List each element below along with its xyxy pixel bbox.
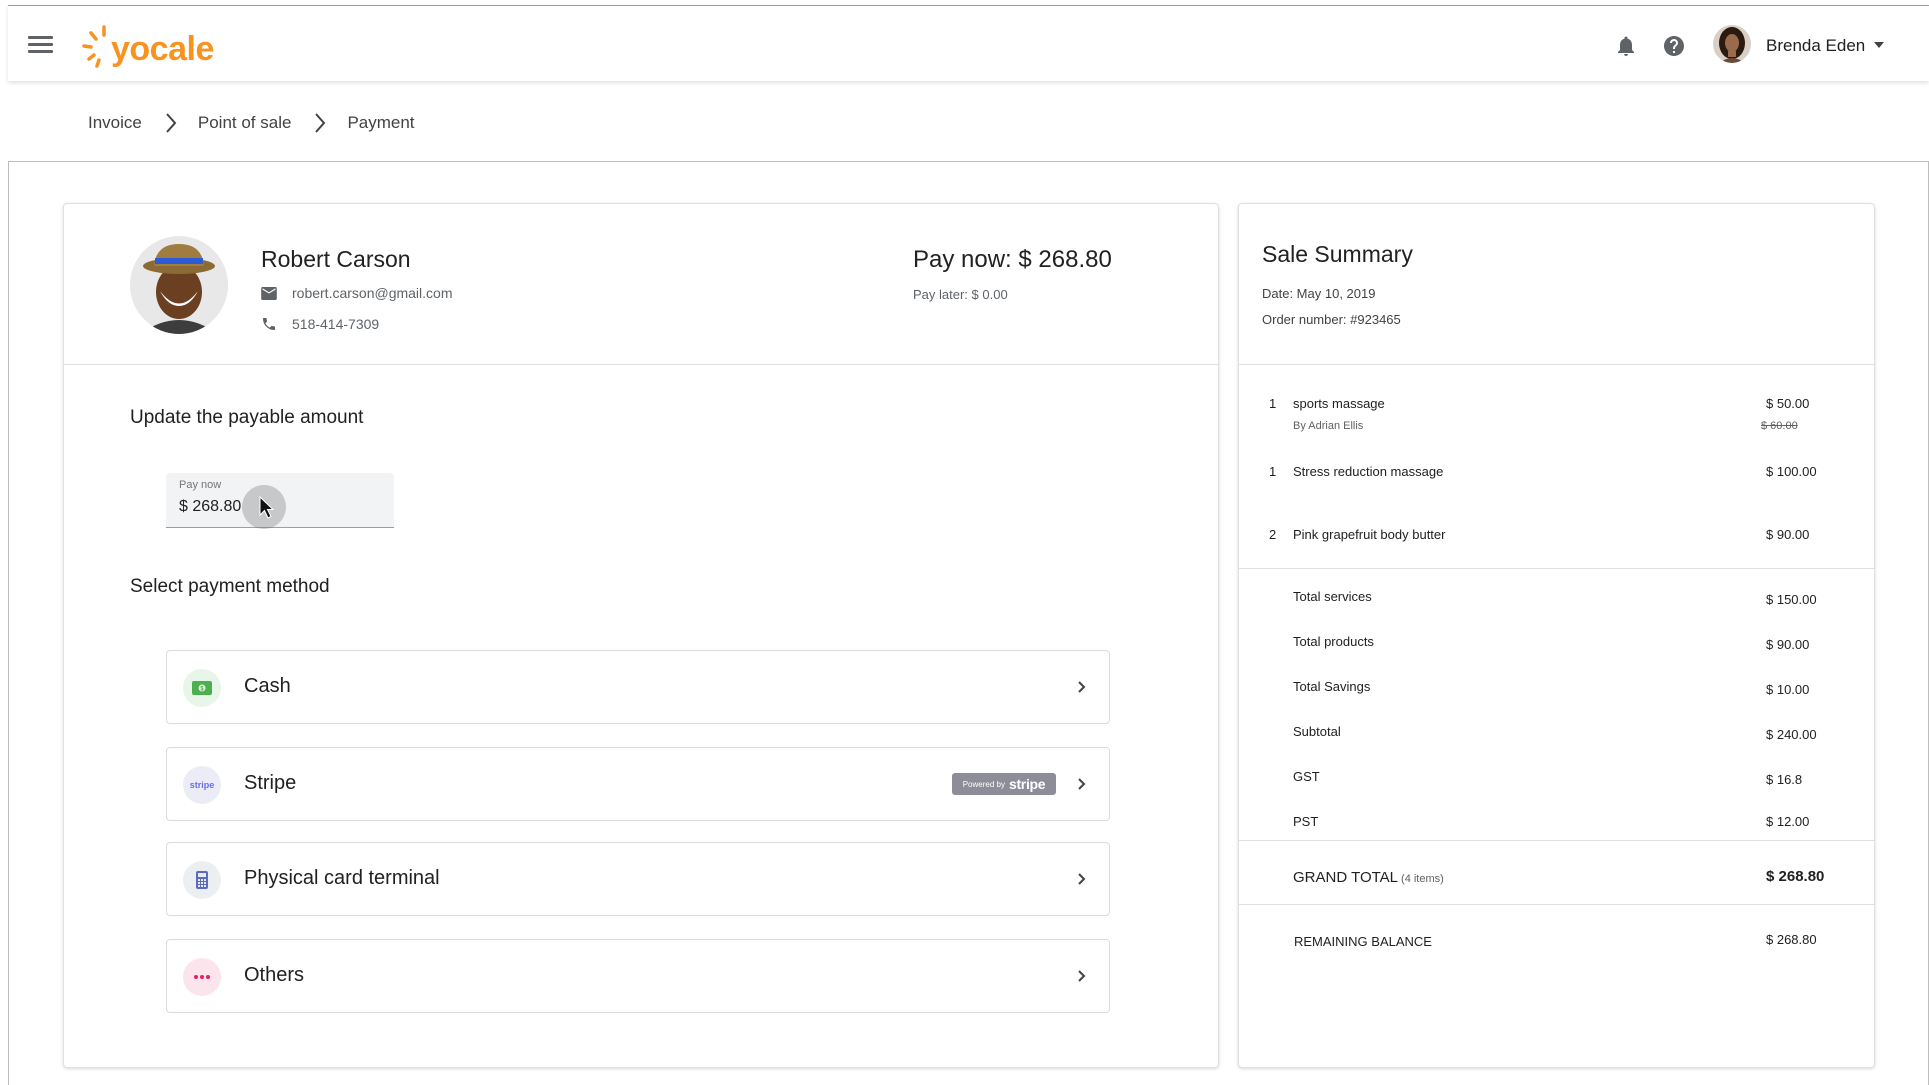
mouse-pointer-icon xyxy=(259,496,275,519)
total-products-value: $ 90.00 xyxy=(1766,637,1810,652)
total-services-label: Total services xyxy=(1293,589,1372,604)
more-icon xyxy=(183,958,221,996)
breadcrumb-point-of-sale[interactable]: Point of sale xyxy=(198,113,292,133)
breadcrumb-invoice[interactable]: Invoice xyxy=(88,113,142,133)
total-savings-label: Total Savings xyxy=(1293,679,1371,694)
stripe-icon: stripe xyxy=(183,766,221,804)
grand-total-value: $ 268.80 xyxy=(1766,868,1825,885)
phone-icon xyxy=(263,318,275,330)
line-item-price: $ 100.00 xyxy=(1766,464,1817,479)
remaining-balance-label: REMAINING BALANCE xyxy=(1294,934,1432,949)
yocale-logo[interactable]: yocale xyxy=(81,20,214,72)
payment-method-card-terminal[interactable]: Physical card terminal xyxy=(166,842,1110,916)
remaining-balance-value: $ 268.80 xyxy=(1766,932,1817,947)
line-item-original-price: $ 60.00 xyxy=(1761,420,1798,432)
grand-total-item-count: (4 items) xyxy=(1401,873,1444,885)
payment-method-cash[interactable]: $ Cash xyxy=(166,650,1110,724)
bell-icon[interactable] xyxy=(1614,34,1638,58)
payment-method-label: Others xyxy=(244,964,305,986)
chevron-down-icon[interactable] xyxy=(1874,42,1884,48)
chevron-right-icon xyxy=(166,113,177,133)
total-services-value: $ 150.00 xyxy=(1766,592,1817,607)
pay-now-input-label: Pay now xyxy=(179,479,222,491)
divider xyxy=(1239,364,1874,365)
gst-value: $ 16.8 xyxy=(1766,772,1803,787)
sale-summary-card: Sale Summary Date: May 10, 2019 Order nu… xyxy=(1238,203,1875,1068)
breadcrumb: Invoice Point of sale Payment xyxy=(88,108,415,138)
pay-later-text: Pay later: $ 0.00 xyxy=(913,287,1008,302)
payment-method-title: Select payment method xyxy=(130,576,330,597)
line-item-qty: 1 xyxy=(1269,464,1277,479)
client-email-row: robert.carson@gmail.com xyxy=(261,285,453,301)
gst-label: GST xyxy=(1293,769,1320,784)
chevron-right-icon xyxy=(1078,970,1086,982)
line-item-name: sports massage xyxy=(1293,396,1385,411)
divider xyxy=(1239,568,1874,569)
help-icon[interactable] xyxy=(1662,34,1686,58)
line-item-name: Pink grapefruit body butter xyxy=(1293,527,1446,542)
order-number: Order number: #923465 xyxy=(1262,312,1401,327)
chevron-right-icon xyxy=(1078,778,1086,790)
line-item-price: $ 50.00 xyxy=(1766,396,1810,411)
pay-now-input-value[interactable]: $ 268.80 xyxy=(179,498,241,516)
chevron-right-icon xyxy=(315,113,326,133)
subtotal-value: $ 240.00 xyxy=(1766,727,1817,742)
breadcrumb-payment: Payment xyxy=(347,113,415,132)
user-name[interactable]: Brenda Eden xyxy=(1766,36,1865,56)
grand-total-label: GRAND TOTAL (4 items) xyxy=(1293,869,1444,886)
mail-icon xyxy=(261,286,277,300)
payment-method-label: Cash xyxy=(244,675,291,697)
line-item-qty: 2 xyxy=(1269,527,1277,542)
client-phone[interactable]: 518-414-7309 xyxy=(292,316,379,332)
chevron-right-icon xyxy=(1078,681,1086,693)
client-phone-row: 518-414-7309 xyxy=(261,316,379,332)
update-amount-title: Update the payable amount xyxy=(130,407,364,428)
line-item-qty: 1 xyxy=(1269,396,1277,411)
pst-label: PST xyxy=(1293,814,1319,829)
payment-method-label: Physical card terminal xyxy=(244,867,440,889)
cash-icon: $ xyxy=(183,669,221,707)
user-avatar[interactable] xyxy=(1713,25,1751,63)
line-item-price: $ 90.00 xyxy=(1766,527,1810,542)
menu-icon[interactable] xyxy=(28,36,53,54)
divider xyxy=(1239,904,1874,905)
line-item-name: Stress reduction massage xyxy=(1293,464,1444,479)
sale-date: Date: May 10, 2019 xyxy=(1262,286,1376,301)
client-avatar xyxy=(130,236,228,334)
logo-wordmark: yocale xyxy=(111,30,214,68)
payment-method-others[interactable]: Others xyxy=(166,939,1110,1013)
total-products-label: Total products xyxy=(1293,634,1374,649)
total-savings-value: $ 10.00 xyxy=(1766,682,1810,697)
divider xyxy=(1239,840,1874,841)
powered-by-stripe-badge: Powered by stripe xyxy=(952,773,1056,795)
subtotal-label: Subtotal xyxy=(1293,724,1341,739)
top-app-bar: yocale Brenda Eden xyxy=(8,5,1929,81)
pay-now-heading: Pay now: $ 268.80 xyxy=(913,246,1112,273)
line-item-staff: By Adrian Ellis xyxy=(1293,420,1364,432)
payment-method-stripe[interactable]: stripe Stripe Powered by stripe xyxy=(166,747,1110,821)
payment-method-label: Stripe xyxy=(244,772,297,794)
chevron-right-icon xyxy=(1078,873,1086,885)
sale-summary-title: Sale Summary xyxy=(1262,241,1413,267)
client-name: Robert Carson xyxy=(261,246,411,272)
payment-card: Robert Carson robert.carson@gmail.com 51… xyxy=(63,203,1219,1068)
divider xyxy=(64,364,1218,365)
client-email[interactable]: robert.carson@gmail.com xyxy=(292,285,453,301)
pst-value: $ 12.00 xyxy=(1766,814,1810,829)
card-terminal-icon xyxy=(183,861,221,899)
